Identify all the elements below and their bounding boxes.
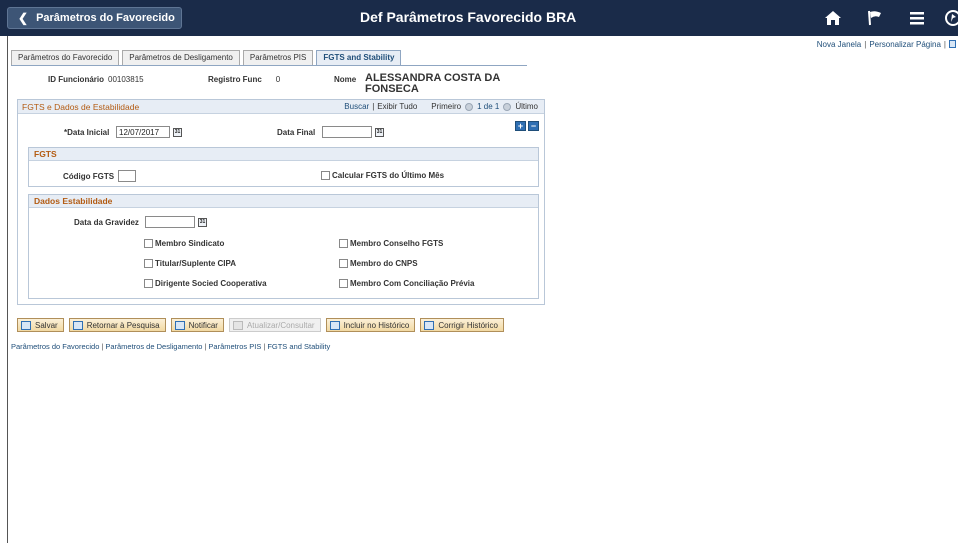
section-header: FGTS e Dados de Estabilidade Buscar | Ex… — [18, 100, 544, 114]
insert-history-button[interactable]: Incluir no Histórico — [325, 318, 416, 332]
tab-parametros-favorecido[interactable]: Parâmetros do Favorecido — [11, 50, 120, 65]
notify-button[interactable]: Notificar — [170, 318, 224, 332]
cipa-checkbox[interactable]: Titular/Suplente CIPA — [144, 259, 236, 268]
refresh-icon — [232, 320, 243, 330]
cnps-checkbox[interactable]: Membro do CNPS — [339, 259, 418, 268]
row-counter: 1 de 1 — [477, 102, 500, 111]
header-actions — [806, 0, 958, 36]
employee-id-label: ID Funcionário — [48, 75, 104, 84]
tab-parametros-pis[interactable]: Parâmetros PIS — [242, 50, 314, 65]
refresh-button[interactable]: Atualizar/Consultar — [228, 318, 321, 332]
end-date-input[interactable] — [322, 126, 372, 138]
page-title: Def Parâmetros Favorecido BRA — [360, 9, 577, 25]
employee-record: Registro Func 0 — [208, 75, 280, 84]
navbar-icon[interactable] — [944, 0, 958, 36]
top-header-bar: ❮ Parâmetros do Favorecido Def Parâmetro… — [0, 0, 958, 36]
bottom-link-fgts[interactable]: FGTS and Stability — [267, 342, 330, 351]
conciliation-label: Membro Com Conciliação Prévia — [350, 279, 475, 288]
fgts-council-label: Membro Conselho FGTS — [350, 239, 444, 248]
conciliation-checkbox[interactable]: Membro Com Conciliação Prévia — [339, 279, 474, 288]
chevron-left-icon: ❮ — [18, 11, 29, 25]
fgts-code-input[interactable] — [118, 170, 136, 182]
help-icon[interactable] — [949, 40, 956, 48]
start-date-input[interactable] — [116, 126, 170, 138]
tab-fgts-stability[interactable]: FGTS and Stability — [316, 50, 402, 65]
bottom-link-desligamento[interactable]: Parâmetros de Desligamento — [105, 342, 202, 351]
union-member-label: Membro Sindicato — [155, 239, 225, 248]
back-button[interactable]: ❮ Parâmetros do Favorecido — [7, 7, 182, 29]
view-all-link[interactable]: Exibir Tudo — [377, 102, 417, 111]
fgts-code-label: Código FGTS — [63, 172, 115, 181]
fgts-stability-section: FGTS e Dados de Estabilidade Buscar | Ex… — [17, 99, 545, 305]
calendar-icon[interactable]: 31 — [173, 128, 182, 137]
coop-director-checkbox[interactable]: Dirigente Socied Cooperativa — [144, 279, 267, 288]
first-label: Primeiro — [431, 102, 462, 111]
flag-icon[interactable] — [860, 0, 890, 36]
page-links: Nova Janela | Personalizar Página | — [817, 40, 956, 49]
previous-icon[interactable] — [465, 102, 474, 111]
new-window-link[interactable]: Nova Janela — [817, 40, 861, 49]
page-tabs: Parâmetros do Favorecido Parâmetros de D… — [11, 50, 404, 65]
fgts-council-checkbox[interactable]: Membro Conselho FGTS — [339, 239, 443, 248]
pregnancy-date-input[interactable] — [145, 216, 195, 228]
last-label: Último — [515, 102, 538, 111]
employee-id-value: 00103815 — [108, 75, 144, 84]
tab-parametros-desligamento[interactable]: Parâmetros de Desligamento — [122, 50, 240, 65]
next-icon[interactable] — [503, 102, 512, 111]
pregnancy-date-label: Data da Gravidez — [74, 218, 139, 227]
calc-last-month-label: Calcular FGTS do Último Mês — [332, 171, 445, 180]
return-search-button[interactable]: Retornar à Pesquisa — [68, 318, 166, 332]
cipa-label: Titular/Suplente CIPA — [155, 259, 237, 268]
stability-subsection-title: Dados Estabilidade — [29, 195, 538, 208]
notify-icon — [174, 320, 185, 330]
cnps-label: Membro do CNPS — [350, 259, 418, 268]
menu-icon[interactable] — [902, 0, 932, 36]
correct-history-icon — [424, 320, 435, 330]
employee-name-label: Nome — [334, 75, 357, 84]
calc-last-month-checkbox[interactable]: Calcular FGTS do Último Mês — [321, 171, 444, 180]
add-row-icon[interactable]: + — [515, 121, 526, 131]
find-link[interactable]: Buscar — [344, 102, 369, 111]
save-icon — [21, 320, 31, 330]
stability-subsection: Dados Estabilidade Data da Gravidez 31 M… — [28, 194, 539, 299]
section-title: FGTS e Dados de Estabilidade — [22, 101, 140, 112]
home-icon[interactable] — [818, 0, 848, 36]
delete-row-icon[interactable]: − — [528, 121, 539, 131]
personalize-link[interactable]: Personalizar Página — [869, 40, 941, 49]
content-left-border — [7, 36, 8, 543]
bottom-link-pis[interactable]: Parâmetros PIS — [208, 342, 261, 351]
coop-director-label: Dirigente Socied Cooperativa — [155, 279, 267, 288]
start-date-label: *Data Inicial — [64, 128, 110, 137]
bottom-link-favorecido[interactable]: Parâmetros do Favorecido — [11, 342, 99, 351]
end-date-label: Data Final — [277, 128, 316, 137]
insert-history-icon — [329, 320, 340, 330]
bottom-page-links: Parâmetros do Favorecido | Parâmetros de D… — [11, 342, 331, 351]
save-button[interactable]: Salvar — [17, 318, 64, 332]
return-search-icon — [72, 320, 83, 330]
fgts-subsection: FGTS Código FGTS Calcular FGTS do Último… — [28, 147, 539, 187]
employee-record-value: 0 — [275, 75, 281, 84]
union-member-checkbox[interactable]: Membro Sindicato — [144, 239, 224, 248]
section-navigation: Buscar | Exibir Tudo Primeiro 1 de 1 Últ… — [344, 102, 538, 111]
employee-id: ID Funcionário 00103815 — [48, 75, 144, 84]
fgts-subsection-title: FGTS — [29, 148, 538, 161]
page-toolbar: Salvar Retornar à Pesquisa Notificar Atu… — [17, 318, 509, 332]
tab-underline — [11, 65, 527, 66]
employee-name-value: ALESSANDRA COSTA DA FONSECA — [365, 72, 500, 95]
calendar-icon[interactable]: 31 — [198, 218, 207, 227]
calendar-icon[interactable]: 31 — [375, 128, 384, 137]
back-button-label: Parâmetros do Favorecido — [36, 12, 175, 24]
employee-record-label: Registro Func — [208, 75, 262, 84]
correct-history-button[interactable]: Corrigir Histórico — [420, 318, 504, 332]
